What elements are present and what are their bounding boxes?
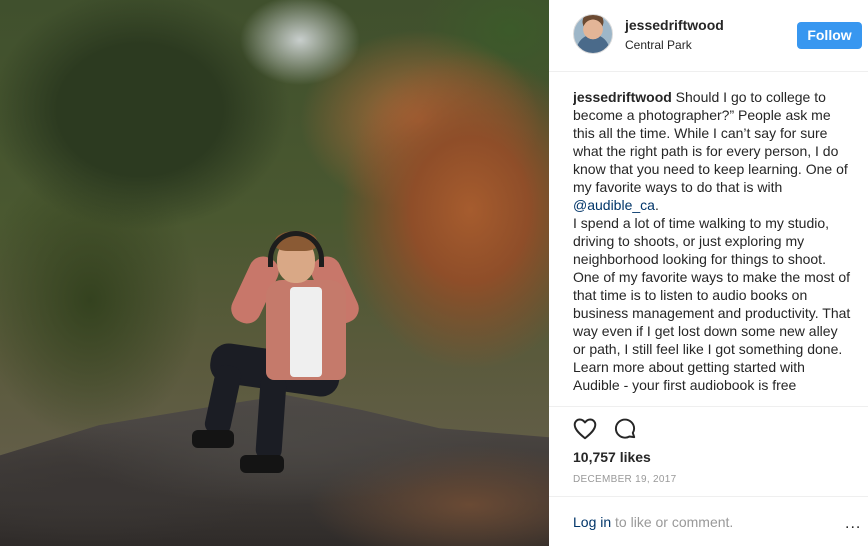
comment-bubble-icon[interactable] [612,416,638,442]
post-caption: jessedriftwood Should I go to college to… [573,88,853,406]
post-header: jessedriftwood Central Park Follow [549,0,868,72]
more-options-icon[interactable]: ... [845,515,861,533]
login-prompt: Log in to like or comment. [573,514,733,530]
caption-username[interactable]: jessedriftwood [573,89,672,105]
post-date: DECEMBER 19, 2017 [573,474,677,485]
post-sidebar: jessedriftwood Central Park Follow jesse… [549,0,868,546]
caption-body-2: . I spend a lot of time walking to my st… [573,197,851,393]
caption-text: jessedriftwood Should I go to college to… [573,88,853,394]
caption-mention[interactable]: @audible_ca [573,197,655,213]
heart-icon[interactable] [572,416,598,442]
left-shin [203,363,243,437]
login-text: to like or comment. [611,514,734,530]
header-location[interactable]: Central Park [625,38,692,52]
post-photo[interactable] [0,0,549,546]
likes-count[interactable]: 10,757 likes [573,449,651,465]
header-username[interactable]: jessedriftwood [625,17,724,33]
right-boot [240,455,284,473]
avatar[interactable] [573,14,613,54]
right-shin [255,374,287,461]
comment-footer: Log in to like or comment. ... [549,496,868,546]
login-link[interactable]: Log in [573,514,611,530]
person-with-headphones [170,225,390,485]
t-shirt [290,287,322,377]
action-bar [549,406,868,450]
follow-button[interactable]: Follow [797,22,862,49]
left-boot [192,430,234,448]
